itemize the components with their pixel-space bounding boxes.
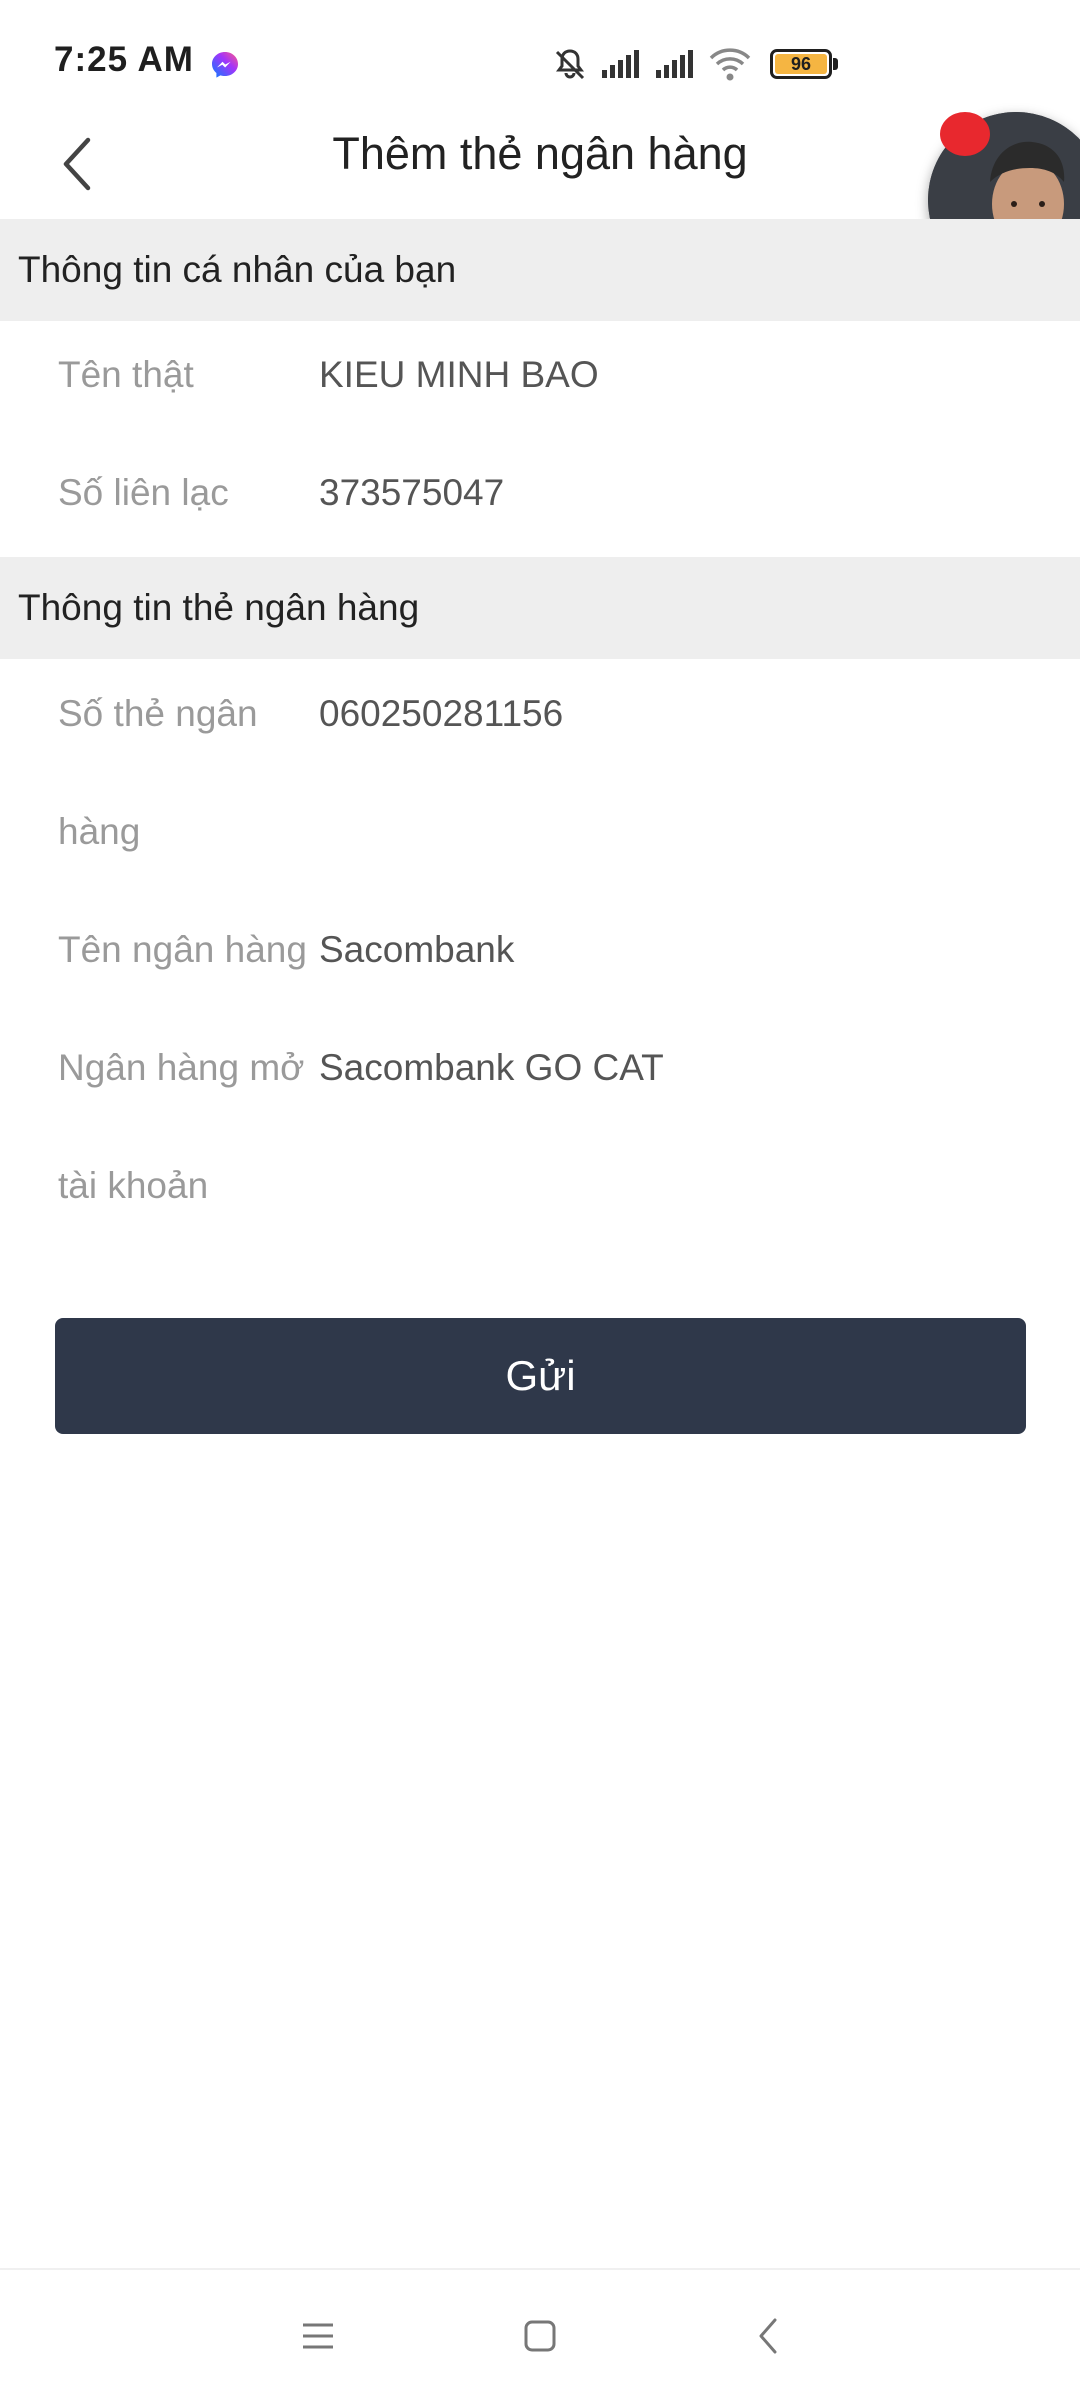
opening-branch-value[interactable]: Sacombank GO CAT (319, 1009, 664, 1127)
home-square-icon (524, 2320, 556, 2352)
contact-number-value[interactable]: 373575047 (319, 434, 504, 552)
page-title: Thêm thẻ ngân hàng (332, 128, 748, 179)
battery-level: 96 (775, 54, 827, 74)
opening-branch-label: Ngân hàng mở tài khoản (58, 1047, 305, 1206)
battery-icon: 96 (770, 49, 832, 79)
system-nav-bar (0, 2268, 1080, 2400)
status-time: 7:25 AM (54, 40, 194, 79)
real-name-label: Tên thật (58, 354, 194, 395)
messenger-icon (212, 52, 238, 78)
row-contact-number: Số liên lạc 373575047 (0, 434, 1080, 552)
recents-button[interactable] (258, 2270, 378, 2402)
row-real-name: Tên thật KIEU MINH BAO (0, 316, 1080, 434)
real-name-value[interactable]: KIEU MINH BAO (319, 316, 599, 434)
row-bank-name: Tên ngân hàng Sacombank (0, 891, 1080, 1009)
signal-icon (656, 50, 693, 78)
back-icon (759, 2318, 777, 2354)
submit-button[interactable]: Gửi (55, 1318, 1026, 1434)
status-bar: 7:25 AM 96 (0, 0, 1080, 110)
menu-icon (303, 2323, 333, 2349)
wifi-icon (709, 48, 751, 81)
system-back-button[interactable] (708, 2270, 828, 2402)
card-number-label: Số thẻ ngân hàng (58, 693, 258, 852)
contact-number-label: Số liên lạc (58, 472, 229, 513)
row-card-number: Số thẻ ngân hàng 060250281156 (0, 655, 1080, 891)
section-personal-info: Thông tin cá nhân của bạn (0, 219, 1080, 321)
row-opening-branch: Ngân hàng mở tài khoản Sacombank GO CAT (0, 1009, 1080, 1245)
section-bank-info: Thông tin thẻ ngân hàng (0, 557, 1080, 659)
battery-tip (833, 58, 838, 70)
signal-icon (602, 50, 639, 78)
mute-icon (555, 49, 585, 80)
home-button[interactable] (480, 2270, 600, 2402)
card-number-value[interactable]: 060250281156 (319, 655, 563, 773)
bank-name-value[interactable]: Sacombank (319, 891, 514, 1009)
notification-badge (940, 112, 990, 156)
app-header: Thêm thẻ ngân hàng (0, 110, 1080, 220)
bank-name-label: Tên ngân hàng (58, 929, 307, 970)
